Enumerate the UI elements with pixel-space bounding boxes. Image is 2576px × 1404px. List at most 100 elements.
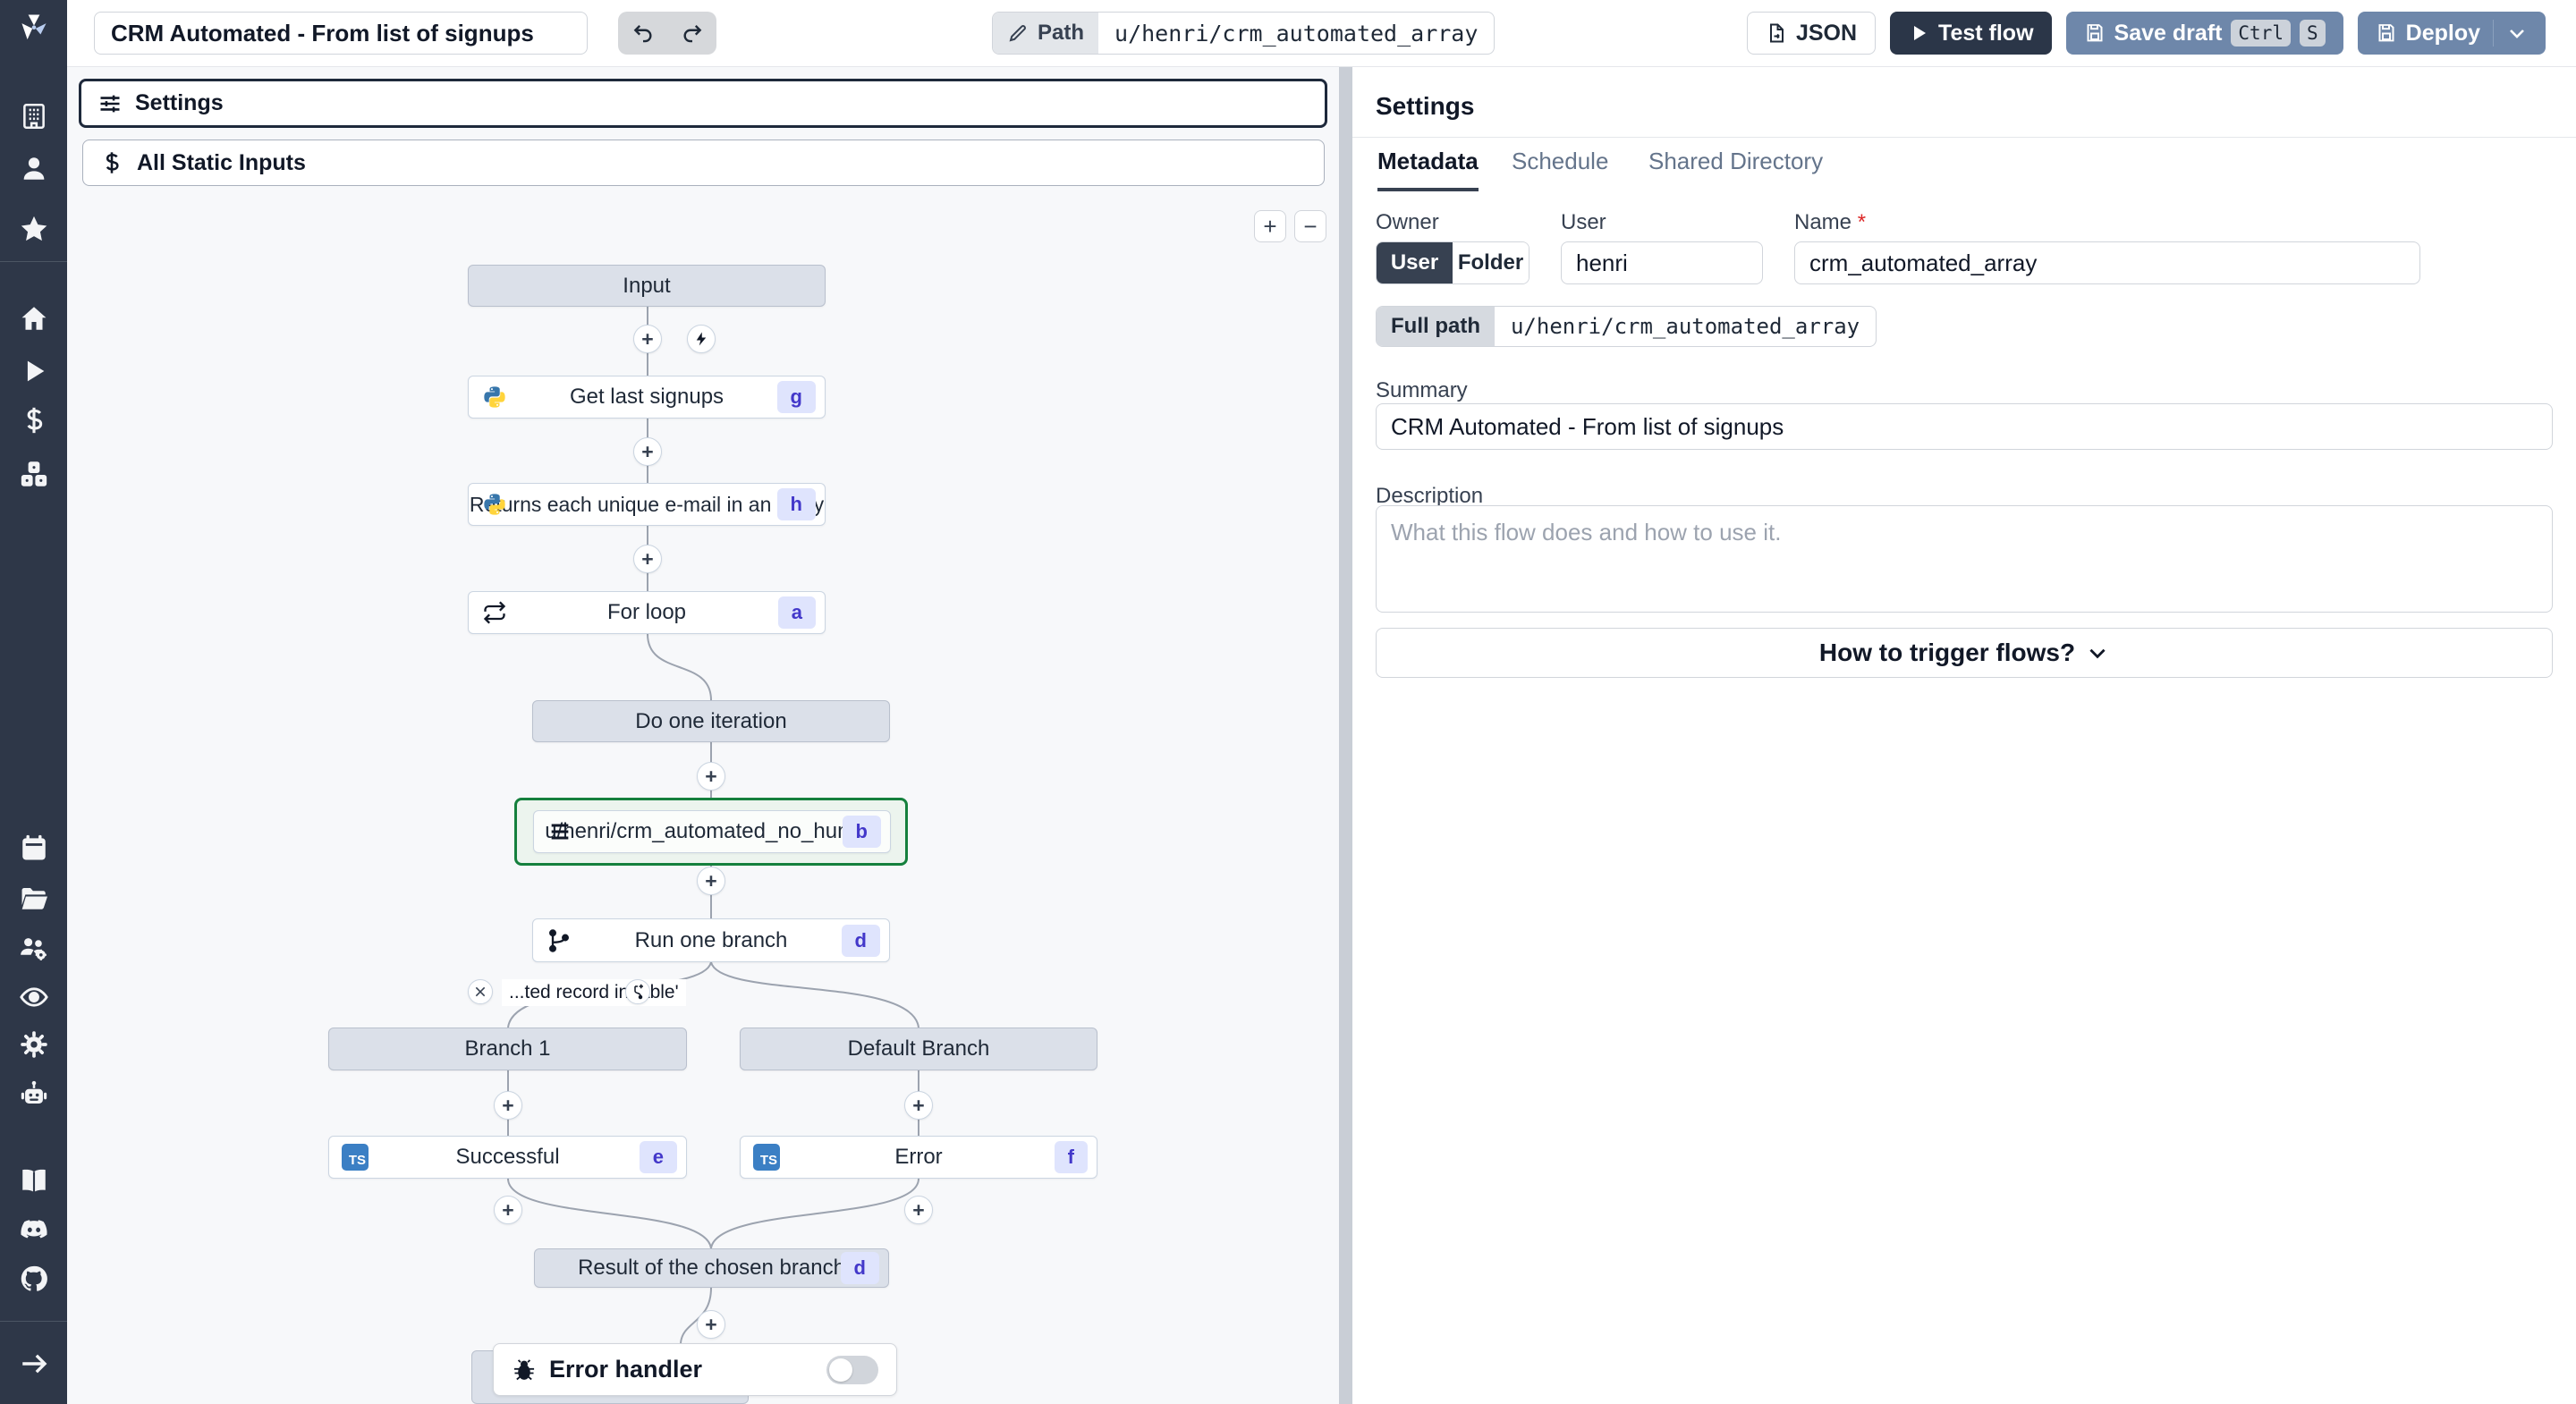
step-id-badge: h: [776, 488, 816, 520]
docs-book-icon[interactable]: [16, 1163, 52, 1198]
branch-condition-label[interactable]: ...ted record in table': [502, 979, 686, 1006]
flow-canvas[interactable]: Settings All Static Inputs + − Input + G…: [67, 67, 1339, 1404]
json-button[interactable]: JSON: [1746, 12, 1877, 55]
add-step-button[interactable]: +: [633, 545, 662, 573]
topbar: Path u/henri/crm_automated_array JSON Te…: [67, 0, 2576, 67]
branch-icon: [546, 927, 572, 954]
zoom-out-button[interactable]: −: [1294, 210, 1326, 242]
error-handler-toggle[interactable]: [826, 1355, 878, 1384]
tab-metadata[interactable]: Metadata: [1377, 148, 1479, 191]
flow-summary-input[interactable]: [94, 12, 588, 55]
node-default-branch[interactable]: Default Branch: [740, 1028, 1097, 1070]
save-draft-button[interactable]: Save draft Ctrl S: [2065, 12, 2343, 55]
save-icon: [2087, 24, 2103, 42]
node-error[interactable]: TS Error f: [740, 1136, 1097, 1179]
audit-eye-icon[interactable]: [16, 979, 52, 1015]
add-step-button[interactable]: +: [494, 1196, 522, 1224]
remove-branch-button[interactable]: [468, 979, 493, 1004]
name-label: Name *: [1794, 210, 1867, 234]
full-path-field: Full path u/henri/crm_automated_array: [1376, 306, 1877, 347]
favorites-star-icon[interactable]: [16, 211, 52, 247]
tab-schedule[interactable]: Schedule: [1512, 148, 1608, 188]
summary-input[interactable]: [1376, 403, 2553, 450]
path-edit-segment[interactable]: Path: [993, 13, 1099, 54]
deploy-separator: [2493, 20, 2494, 47]
deploy-button[interactable]: Deploy: [2357, 12, 2546, 55]
node-run-one-branch[interactable]: Run one branch d: [532, 918, 890, 962]
add-branch-button[interactable]: [625, 979, 650, 1004]
undo-button[interactable]: [623, 15, 663, 51]
node-for-loop[interactable]: For loop a: [468, 591, 826, 634]
branch-add-icon: [634, 984, 643, 1000]
node-crm-automated-no-human[interactable]: u/henri/crm_automated_no_human b: [533, 810, 891, 853]
full-path-value: u/henri/crm_automated_array: [1510, 314, 1860, 339]
add-step-button[interactable]: +: [633, 325, 662, 353]
home-icon[interactable]: [16, 300, 52, 336]
tab-shared-directory[interactable]: Shared Directory: [1648, 148, 1823, 188]
workspace-building-icon[interactable]: [16, 98, 52, 134]
pencil-icon: [1009, 25, 1026, 42]
node-returns-unique-emails[interactable]: Returns each unique e-mail in an array h: [468, 483, 826, 526]
path-group[interactable]: Path u/henri/crm_automated_array: [992, 12, 1496, 55]
chevron-down-icon[interactable]: [2506, 22, 2528, 44]
workers-robot-icon[interactable]: [16, 1075, 52, 1111]
node-result-chosen-branch[interactable]: Result of the chosen branch d: [534, 1248, 889, 1288]
add-step-button[interactable]: +: [904, 1196, 933, 1224]
save-icon: [2378, 24, 2394, 42]
node-successful[interactable]: TS Successful e: [328, 1136, 687, 1179]
zoom-in-button[interactable]: +: [1254, 210, 1286, 242]
flow-settings-box[interactable]: Settings: [79, 79, 1327, 128]
chevron-down-icon: [2089, 648, 2106, 659]
discord-icon[interactable]: [16, 1212, 52, 1248]
runs-play-icon[interactable]: [16, 353, 52, 389]
node-input[interactable]: Input: [468, 265, 826, 307]
test-flow-button[interactable]: Test flow: [1890, 12, 2052, 55]
step-id-badge: b: [842, 816, 881, 848]
typescript-icon: TS: [753, 1144, 780, 1171]
add-step-button[interactable]: +: [904, 1091, 933, 1120]
user-icon[interactable]: [16, 150, 52, 186]
name-input[interactable]: [1794, 241, 2420, 284]
owner-folder-option[interactable]: Folder: [1453, 242, 1529, 283]
add-step-button[interactable]: +: [633, 437, 662, 466]
redo-button[interactable]: [673, 15, 712, 51]
owner-label: Owner: [1376, 210, 1439, 234]
variables-dollar-icon[interactable]: [16, 402, 52, 438]
play-icon: [1914, 26, 1927, 40]
selected-node-wrapper[interactable]: u/henri/crm_automated_no_human b: [514, 798, 908, 866]
sliders-icon: [100, 95, 120, 112]
owner-user-option[interactable]: User: [1377, 242, 1453, 283]
toggle-knob: [829, 1357, 852, 1382]
node-branch-1[interactable]: Branch 1: [328, 1028, 687, 1070]
schedules-calendar-icon[interactable]: [16, 830, 52, 866]
trigger-lightning-button[interactable]: [687, 325, 716, 353]
settings-gear-icon[interactable]: [16, 1027, 52, 1062]
settings-panel: Settings Metadata Schedule Shared Direct…: [1352, 67, 2576, 1404]
error-handler-card[interactable]: Error handler: [493, 1343, 897, 1396]
kbd-ctrl: Ctrl: [2231, 20, 2291, 47]
folders-icon[interactable]: [16, 881, 52, 917]
groups-users-gear-icon[interactable]: [16, 930, 52, 966]
user-input[interactable]: [1561, 241, 1763, 284]
github-icon[interactable]: [16, 1261, 52, 1297]
pane-resize-divider[interactable]: [1339, 67, 1352, 1404]
resources-cubes-icon[interactable]: [16, 456, 52, 492]
path-value[interactable]: u/henri/crm_automated_array: [1098, 13, 1494, 54]
add-step-button[interactable]: +: [494, 1091, 522, 1120]
node-do-one-iteration[interactable]: Do one iteration: [532, 700, 890, 742]
add-step-button[interactable]: +: [697, 867, 725, 895]
panel-title: Settings: [1376, 92, 1475, 120]
all-static-inputs-box[interactable]: All Static Inputs: [82, 140, 1325, 186]
description-textarea[interactable]: [1376, 505, 2553, 613]
node-get-last-signups[interactable]: Get last signups g: [468, 376, 826, 419]
add-step-button[interactable]: +: [697, 1310, 725, 1339]
summary-label: Summary: [1376, 378, 1468, 402]
sidebar-divider: [0, 1321, 67, 1322]
expand-arrow-right-icon[interactable]: [16, 1346, 52, 1382]
add-step-button[interactable]: +: [697, 762, 725, 791]
windmill-logo[interactable]: [16, 9, 52, 45]
how-to-trigger-button[interactable]: How to trigger flows?: [1376, 628, 2553, 678]
topbar-actions: JSON Test flow Save draft Ctrl S Deploy: [1746, 12, 2546, 55]
step-id-badge: d: [841, 924, 880, 957]
python-icon: [481, 491, 508, 518]
